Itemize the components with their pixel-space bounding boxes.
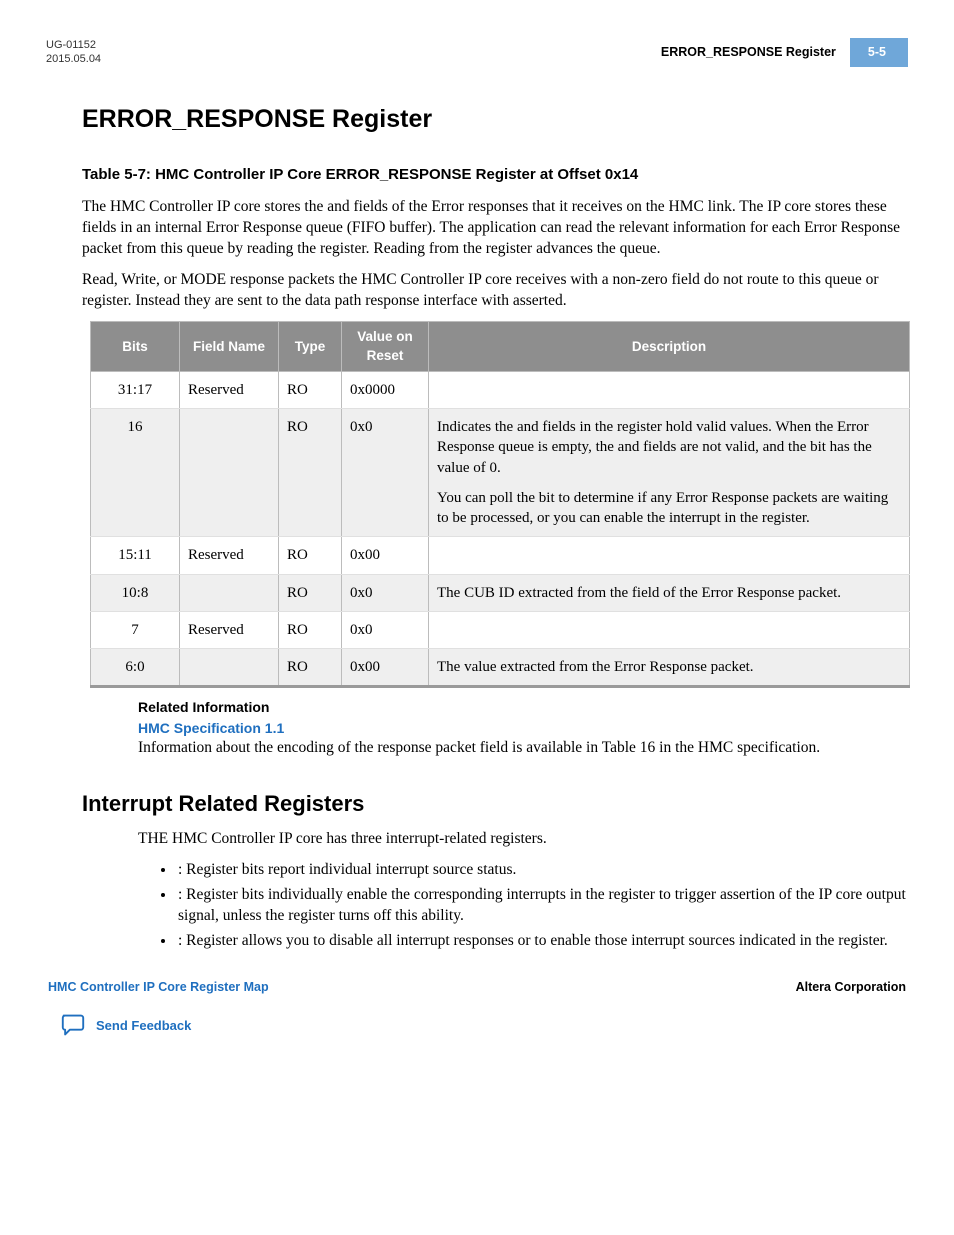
intro-paragraph-2: Read, Write, or MODE response packets th… <box>46 270 908 312</box>
table-row: 15:11 Reserved RO 0x00 <box>91 537 910 574</box>
doc-id: UG-01152 <box>46 38 101 52</box>
th-reset: Value on Reset <box>342 322 429 371</box>
table-row: 31:17 Reserved RO 0x0000 <box>91 371 910 408</box>
register-table: Bits Field Name Type Value on Reset Desc… <box>90 321 910 688</box>
related-info-text: Information about the encoding of the re… <box>46 738 908 759</box>
page-number: 5-5 <box>850 38 908 67</box>
intro-paragraph-1: The HMC Controller IP core stores the an… <box>46 197 908 260</box>
table-row: 7 Reserved RO 0x0 <box>91 611 910 648</box>
page-footer: HMC Controller IP Core Register Map Alte… <box>46 979 908 996</box>
doc-date: 2015.05.04 <box>46 52 101 66</box>
related-info-link[interactable]: HMC Specification 1.1 <box>46 719 908 738</box>
header-right: ERROR_RESPONSE Register 5-5 <box>661 38 908 67</box>
related-info-head: Related Information <box>46 698 908 717</box>
footer-right: Altera Corporation <box>796 979 906 996</box>
feedback-bubble-icon <box>60 1014 86 1036</box>
table-row: 6:0 RO 0x00 The value extracted from the… <box>91 649 910 687</box>
list-item: : Register bits report individual interr… <box>176 860 908 881</box>
section-title-interrupt: Interrupt Related Registers <box>46 789 908 819</box>
send-feedback-label: Send Feedback <box>96 1017 191 1035</box>
footer-left[interactable]: HMC Controller IP Core Register Map <box>48 979 269 996</box>
th-type: Type <box>279 322 342 371</box>
list-item: : Register allows you to disable all int… <box>176 931 908 952</box>
list-item: : Register bits individually enable the … <box>176 885 908 927</box>
interrupt-list: : Register bits report individual interr… <box>46 860 908 952</box>
send-feedback-link[interactable]: Send Feedback <box>46 1014 908 1036</box>
th-field: Field Name <box>180 322 279 371</box>
th-bits: Bits <box>91 322 180 371</box>
page-header: UG-01152 2015.05.04 ERROR_RESPONSE Regis… <box>46 38 908 67</box>
header-left: UG-01152 2015.05.04 <box>46 38 101 67</box>
section-title-error-response: ERROR_RESPONSE Register <box>46 103 908 137</box>
table-row: 16 RO 0x0 Indicates the and fields in th… <box>91 409 910 537</box>
interrupt-intro: THE HMC Controller IP core has three int… <box>46 829 908 850</box>
table-row: 10:8 RO 0x0 The CUB ID extracted from th… <box>91 574 910 611</box>
th-desc: Description <box>429 322 910 371</box>
running-title: ERROR_RESPONSE Register <box>661 38 850 67</box>
table-caption: Table 5-7: HMC Controller IP Core ERROR_… <box>46 165 908 185</box>
